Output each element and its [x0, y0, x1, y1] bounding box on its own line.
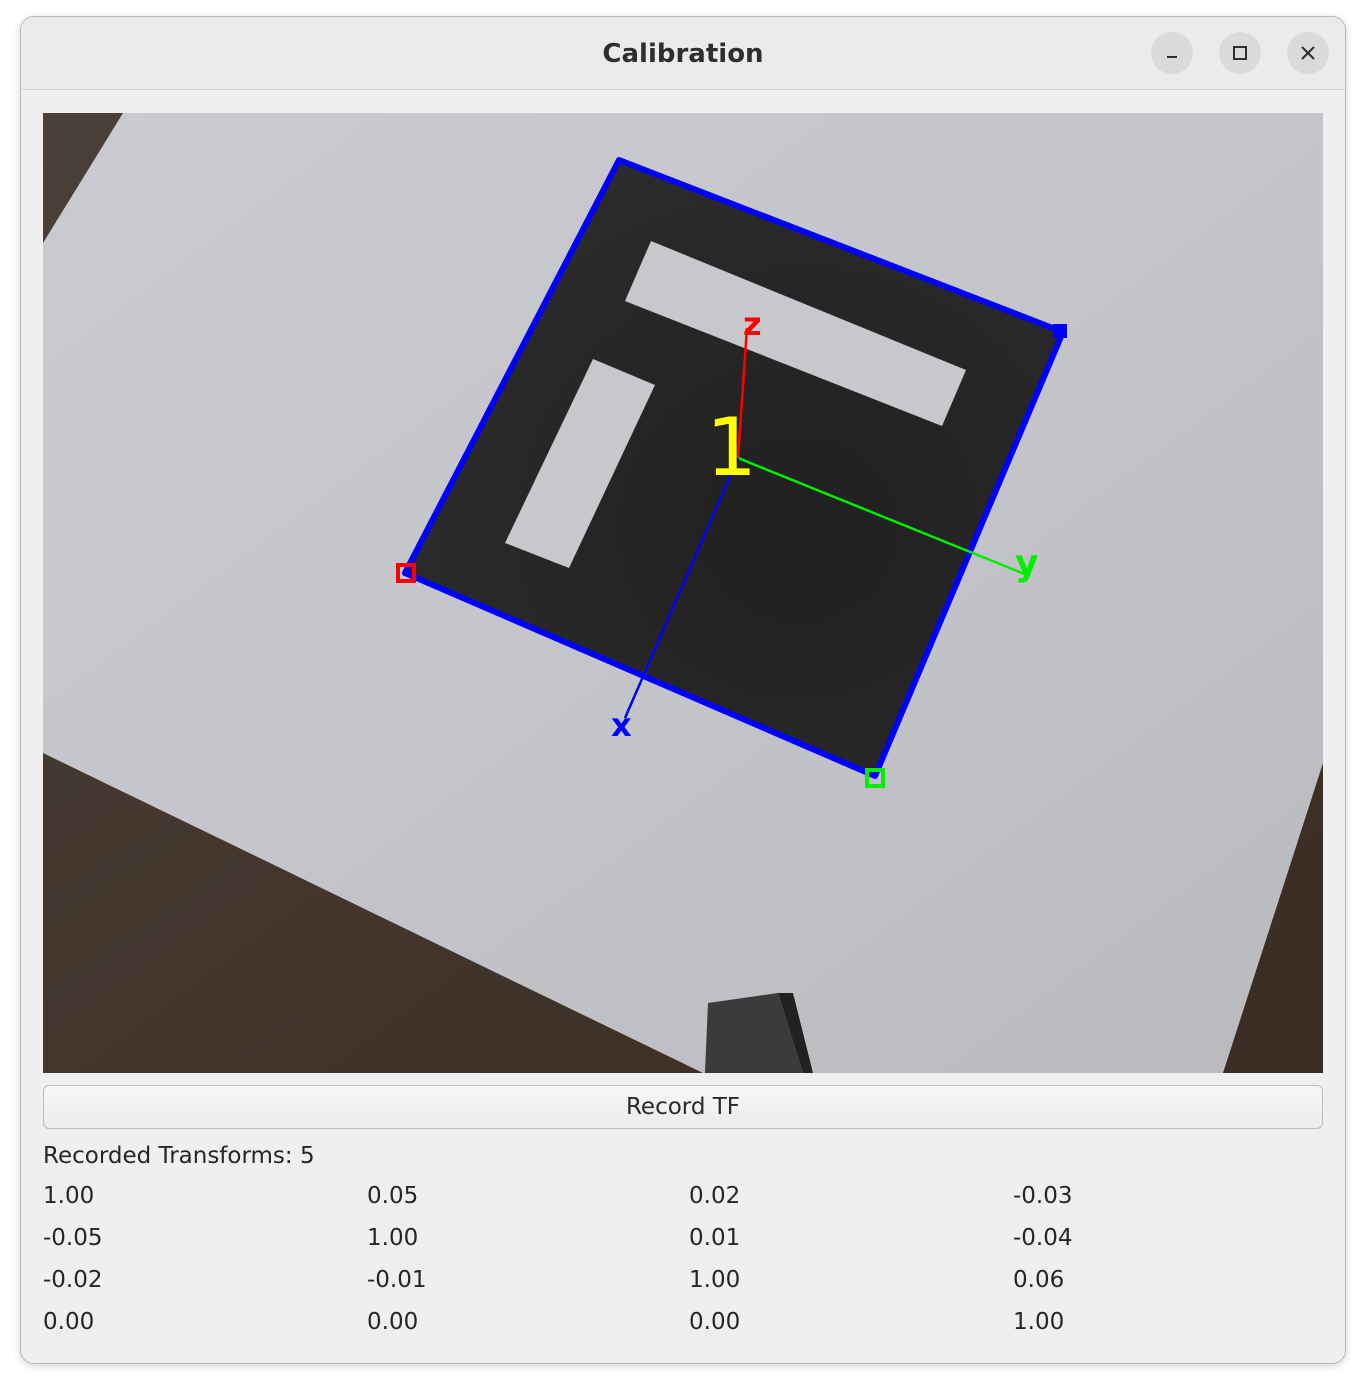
title-bar: Calibration — [21, 17, 1345, 90]
recorded-transforms-label: Recorded Transforms: 5 — [43, 1143, 315, 1169]
maximize-button[interactable] — [1219, 32, 1261, 74]
corner-marker-top-right — [1053, 324, 1067, 338]
x-axis-label: x — [611, 706, 632, 744]
matrix-cell: 1.00 — [689, 1267, 741, 1293]
matrix-cell: 0.05 — [367, 1183, 419, 1209]
minimize-button[interactable] — [1151, 32, 1193, 74]
matrix-row: 0.00 0.00 0.00 1.00 — [43, 1309, 1333, 1351]
matrix-cell: 0.06 — [1013, 1267, 1065, 1293]
matrix-cell: -0.02 — [43, 1267, 103, 1293]
matrix-cell: -0.05 — [43, 1225, 103, 1251]
matrix-cell: -0.03 — [1013, 1183, 1073, 1209]
matrix-cell: -0.04 — [1013, 1225, 1073, 1251]
close-icon — [1301, 46, 1315, 60]
matrix-cell: 0.01 — [689, 1225, 741, 1251]
matrix-cell: -0.01 — [367, 1267, 427, 1293]
matrix-cell: 0.00 — [367, 1309, 419, 1335]
marker-id-label: 1 — [706, 401, 757, 494]
y-axis-label: y — [1015, 543, 1038, 584]
window-title: Calibration — [602, 39, 764, 69]
matrix-row: -0.02 -0.01 1.00 0.06 — [43, 1267, 1333, 1309]
maximize-icon — [1233, 46, 1247, 60]
z-axis-label: z — [743, 305, 762, 343]
record-tf-button[interactable]: Record TF — [43, 1085, 1323, 1129]
close-button[interactable] — [1287, 32, 1329, 74]
matrix-cell: 1.00 — [1013, 1309, 1065, 1335]
matrix-cell: 0.02 — [689, 1183, 741, 1209]
calibration-window: Calibration z y x 1 Record TF Recorded T… — [20, 16, 1346, 1364]
matrix-cell: 0.00 — [43, 1309, 95, 1335]
matrix-cell: 0.00 — [689, 1309, 741, 1335]
matrix-row: 1.00 0.05 0.02 -0.03 — [43, 1183, 1333, 1225]
camera-image: z y x 1 — [43, 113, 1323, 1073]
matrix-row: -0.05 1.00 0.01 -0.04 — [43, 1225, 1333, 1267]
minimize-icon — [1167, 56, 1177, 58]
camera-feed: z y x 1 — [43, 113, 1323, 1073]
matrix-cell: 1.00 — [367, 1225, 419, 1251]
transform-matrix: 1.00 0.05 0.02 -0.03 -0.05 1.00 0.01 -0.… — [43, 1183, 1333, 1351]
matrix-cell: 1.00 — [43, 1183, 95, 1209]
